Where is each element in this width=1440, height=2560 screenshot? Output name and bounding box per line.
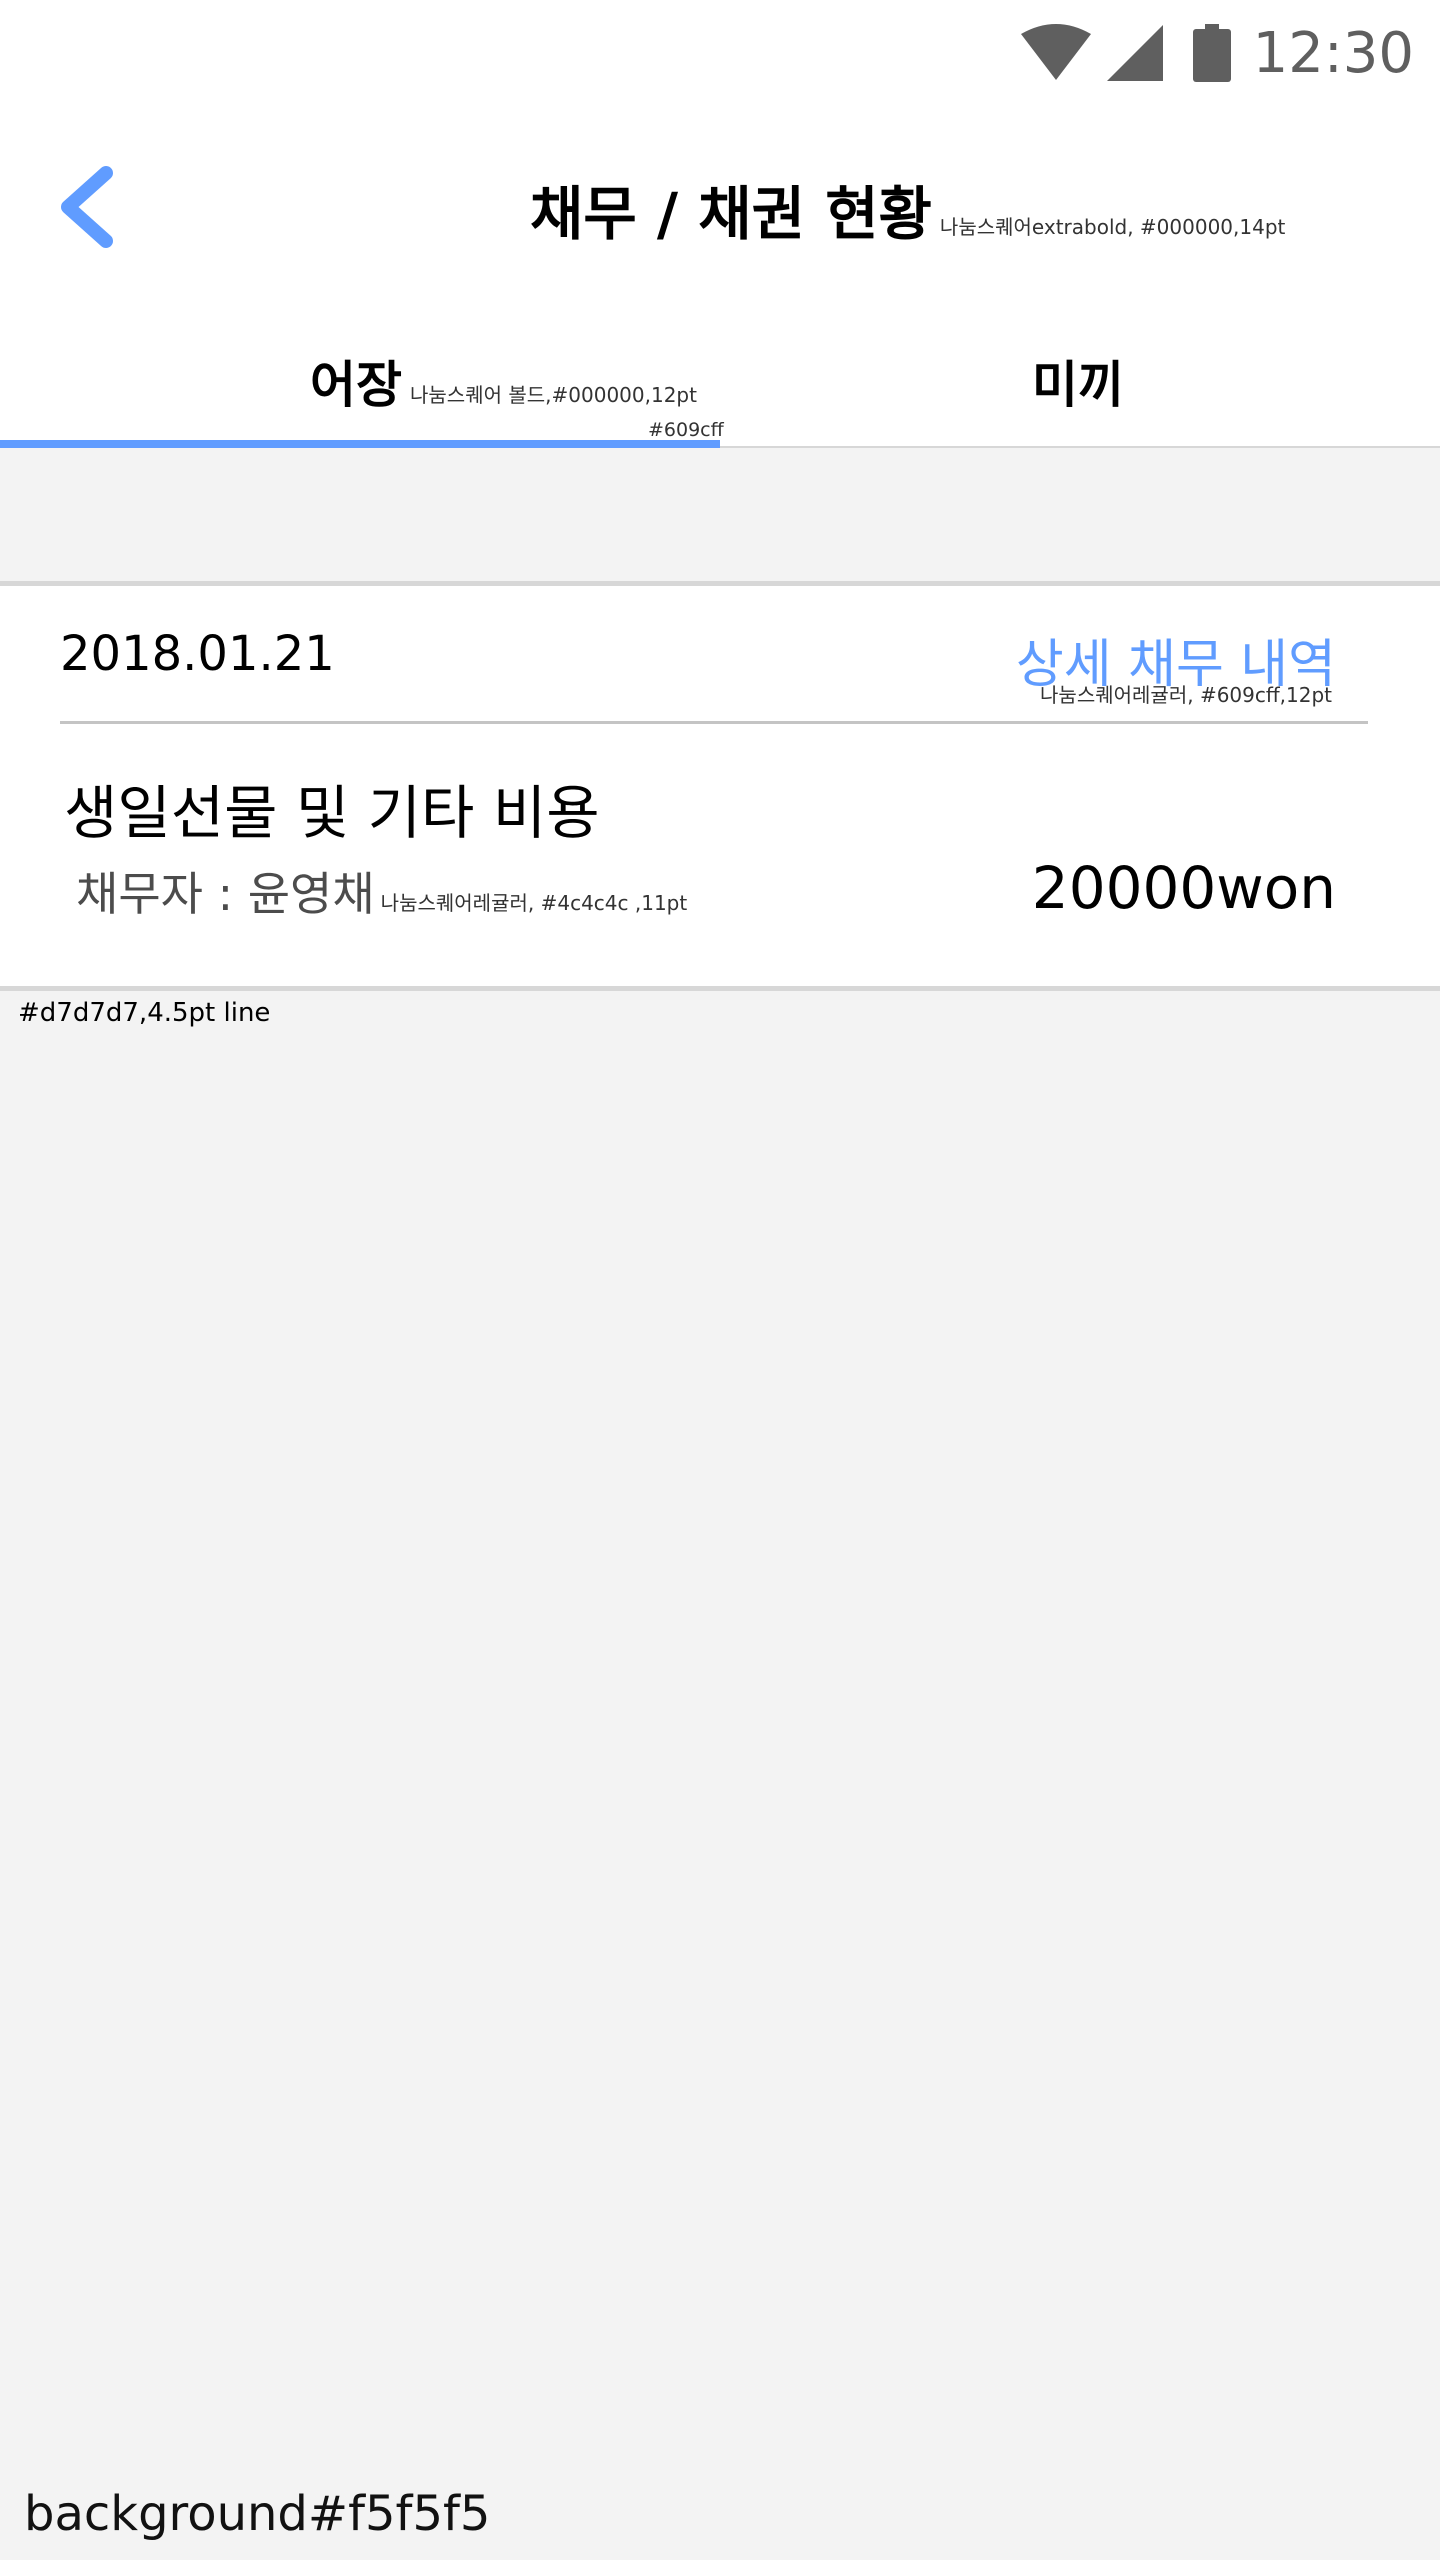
card-divider (60, 721, 1368, 724)
debtor-spec-note: 나눔스퀘어레귤러, #4c4c4c ,11pt (380, 891, 688, 915)
active-tab-indicator (0, 440, 720, 448)
card-item-title: 생일선물 및 기타 비용 (64, 779, 600, 847)
debt-card[interactable]: 2018.01.21 상세 채무 내역 나눔스퀘어레귤러, #609cff,12… (0, 581, 1440, 991)
indicator-color-note: #609cff (648, 419, 724, 441)
debtor-name: 채무자 : 윤영채 (76, 867, 375, 921)
debtor-group: 채무자 : 윤영채 나눔스퀘어레귤러, #4c4c4c ,11pt (76, 858, 687, 924)
tab-bait[interactable]: 미끼 (720, 305, 1440, 448)
background-spec-note: background#f5f5f5 (24, 2486, 491, 2542)
tab-label: 어장 (310, 356, 402, 414)
tab-bait-content: 미끼 (1032, 345, 1124, 417)
page-title: 채무 / 채권 현황 (530, 180, 932, 248)
tab-spec-note: 나눔스퀘어 볼드,#000000,12pt (410, 383, 697, 407)
tab-label: 미끼 (1032, 356, 1124, 414)
status-time: 12:30 (1252, 20, 1414, 86)
signal-icon (1106, 25, 1163, 81)
back-button[interactable] (56, 165, 120, 249)
spacer-band (0, 448, 1440, 581)
title-group: 채무 / 채권 현황 나눔스퀘어extrabold, #000000,14pt (530, 167, 1285, 251)
title-spec-note: 나눔스퀘어extrabold, #000000,14pt (939, 215, 1286, 239)
tab-fishing-ground[interactable]: 어장 나눔스퀘어 볼드,#000000,12pt (0, 305, 720, 448)
detail-spec-note: 나눔스퀘어레귤러, #609cff,12pt (1040, 683, 1332, 707)
battery-icon (1192, 24, 1231, 82)
tab-bar: 어장 나눔스퀘어 볼드,#000000,12pt 미끼 #609cff (0, 305, 1440, 449)
card-date: 2018.01.21 (60, 626, 335, 682)
status-bar: 12:30 (0, 0, 1440, 105)
chevron-left-icon (61, 166, 113, 248)
tab-fishing-ground-content: 어장 나눔스퀘어 볼드,#000000,12pt (310, 345, 697, 417)
status-icons: 12:30 (1019, 18, 1414, 88)
line-spec-note: #d7d7d7,4.5pt line (18, 998, 271, 1028)
wifi-icon (1020, 24, 1091, 80)
debt-amount: 20000won (1031, 854, 1336, 922)
app-header: 채무 / 채권 현황 나눔스퀘어extrabold, #000000,14pt (0, 105, 1440, 305)
